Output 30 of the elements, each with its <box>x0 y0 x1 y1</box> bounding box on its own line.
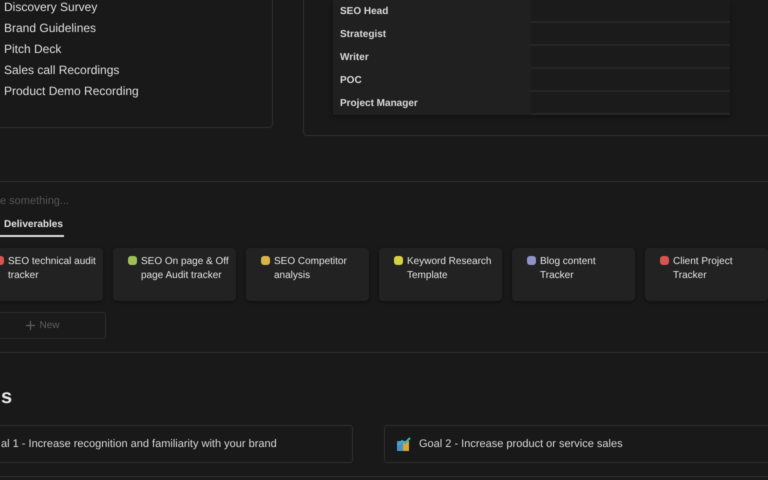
deliverable-card[interactable]: SEO On page & Off page Audit tracker <box>113 248 236 301</box>
goal-card[interactable]: al 1 - Increase recognition and familiarity with your brand <box>0 425 353 463</box>
resource-link[interactable]: Brand Guidelines <box>4 21 272 35</box>
deliverable-card[interactable]: SEO technical audit tracker <box>0 248 103 301</box>
section-heading: s <box>1 385 14 409</box>
plus-icon <box>26 321 36 330</box>
goal-card[interactable]: Goal 2 - Increase product or service sales <box>384 425 768 463</box>
table-cell-text: POC <box>339 74 363 88</box>
card-title: SEO On page & Off page Audit tracker <box>141 255 230 283</box>
table-cell-text: SEO Head <box>339 5 390 19</box>
table-cell-text: Project Manager <box>339 97 419 111</box>
deliverable-card[interactable]: Client Project Tracker <box>645 248 768 301</box>
table-cell-text: Writer <box>339 51 370 65</box>
goal-title: al 1 - Increase recognition and familiarity with your brand <box>1 438 277 450</box>
deliverable-card[interactable]: SEO Competitor analysis <box>246 248 369 301</box>
resource-link[interactable]: Pitch Deck <box>4 42 272 56</box>
card-title: SEO technical audit tracker <box>8 255 97 283</box>
card-title: SEO Competitor analysis <box>274 255 348 283</box>
card-title: Client Project Tracker <box>673 255 734 283</box>
table-cell-text: Strategist <box>339 28 388 42</box>
resource-link[interactable]: Sales call Recordings <box>4 63 272 77</box>
card-title: Keyword Research Template <box>407 255 492 283</box>
deliverable-card[interactable]: Keyword Research Template <box>379 248 502 301</box>
resource-link[interactable]: Discovery Survey <box>4 0 272 14</box>
card-title: Blog content Tracker <box>540 255 597 283</box>
deliverable-card[interactable]: Blog content Tracker <box>512 248 635 301</box>
resource-link[interactable]: Product Demo Recording <box>4 84 272 98</box>
goal-title: Goal 2 - Increase product or service sales <box>419 438 623 450</box>
view-tab[interactable]: Deliverables <box>0 217 64 237</box>
search-field[interactable]: e something... <box>0 194 200 208</box>
